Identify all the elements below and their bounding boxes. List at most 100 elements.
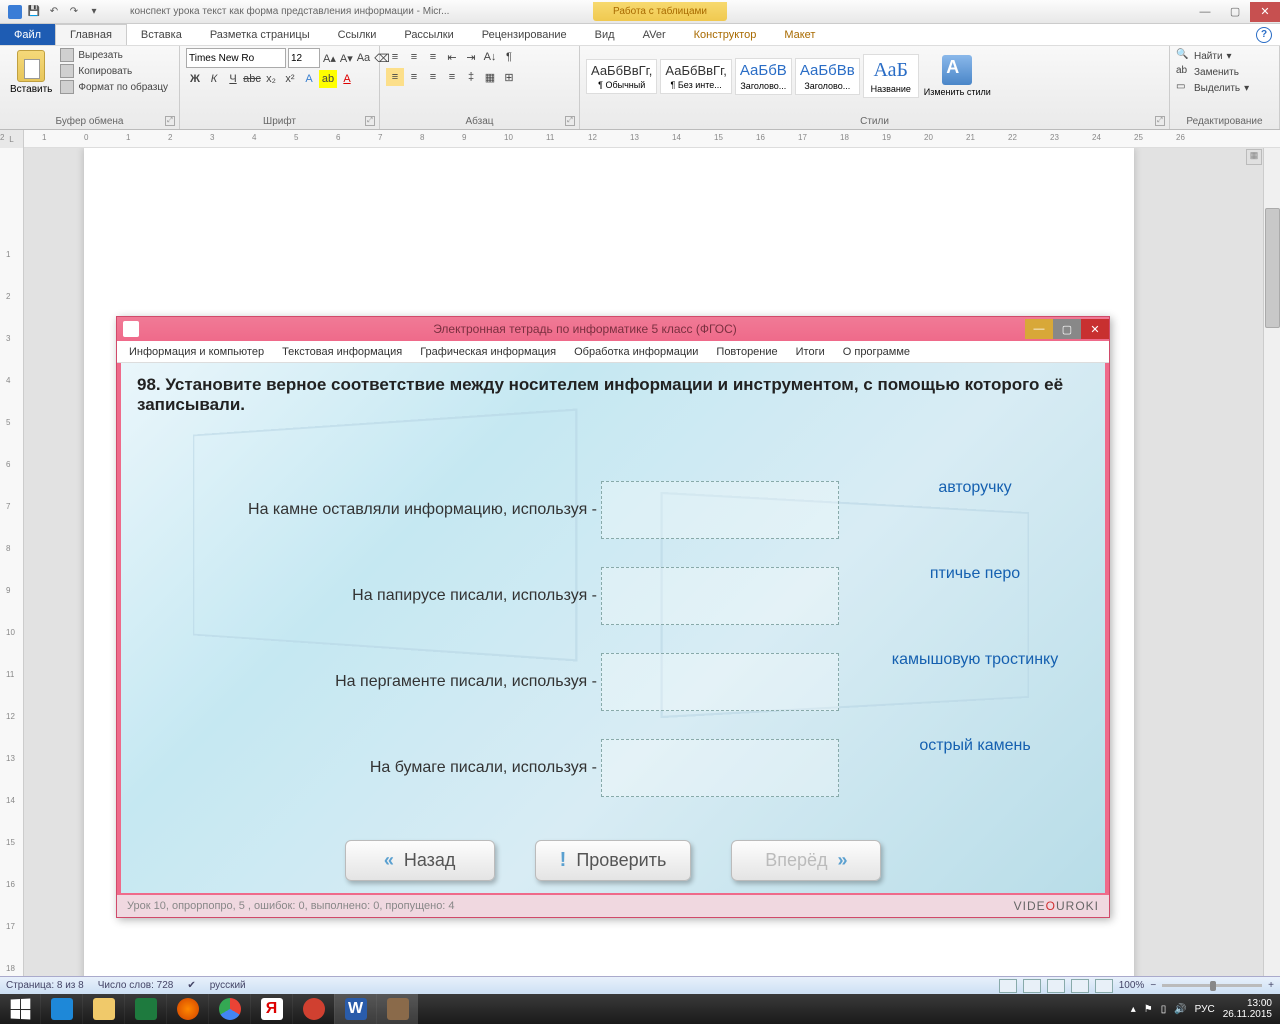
replace-button[interactable]: abЗаменить: [1176, 64, 1273, 80]
horizontal-ruler[interactable]: L 43210123456789101112131415161718192021…: [0, 130, 1280, 148]
undo-icon[interactable]: ↶: [46, 4, 62, 20]
paste-button[interactable]: Вставить: [6, 48, 56, 97]
save-icon[interactable]: 💾: [26, 4, 42, 20]
zoom-level[interactable]: 100%: [1119, 980, 1145, 991]
drop-zone[interactable]: [601, 739, 839, 797]
change-styles-button[interactable]: Изменить стили: [922, 53, 993, 99]
select-button[interactable]: ▭Выделить ▾: [1176, 80, 1273, 96]
superscript-icon[interactable]: x²: [281, 70, 299, 88]
highlight-icon[interactable]: ab: [319, 70, 337, 88]
help-icon[interactable]: ?: [1256, 27, 1272, 43]
forward-button[interactable]: Вперёд»: [731, 840, 881, 881]
justify-icon[interactable]: ≡: [443, 68, 461, 86]
back-button[interactable]: «Назад: [345, 840, 495, 881]
task-ie[interactable]: [40, 994, 82, 1024]
format-painter-button[interactable]: Формат по образцу: [60, 80, 168, 94]
find-button[interactable]: 🔍Найти ▾: [1176, 48, 1273, 64]
full-screen-view-icon[interactable]: [1023, 979, 1041, 993]
vertical-ruler[interactable]: 1234567891011121314151617181920: [0, 148, 24, 976]
language-indicator[interactable]: русский: [210, 980, 246, 991]
grow-font-icon[interactable]: A▴: [322, 49, 337, 67]
page-indicator[interactable]: Страница: 8 из 8: [6, 980, 84, 991]
draft-view-icon[interactable]: [1095, 979, 1113, 993]
strike-icon[interactable]: abc: [243, 70, 261, 88]
print-layout-view-icon[interactable]: [999, 979, 1017, 993]
drop-zone[interactable]: [601, 481, 839, 539]
font-color-icon[interactable]: A: [338, 70, 356, 88]
match-option[interactable]: птичье перо: [865, 565, 1085, 583]
app-minimize-button[interactable]: —: [1025, 319, 1053, 339]
tray-up-icon[interactable]: ▴: [1131, 1004, 1136, 1015]
tab-mailings[interactable]: Рассылки: [390, 25, 467, 45]
tray-volume-icon[interactable]: 🔊: [1174, 1004, 1186, 1015]
line-spacing-icon[interactable]: ‡: [462, 68, 480, 86]
maximize-button[interactable]: ▢: [1220, 2, 1250, 22]
tab-home[interactable]: Главная: [55, 24, 127, 45]
styles-launcher-icon[interactable]: ⤢: [1155, 116, 1165, 126]
qat-more-icon[interactable]: ▾: [86, 4, 102, 20]
change-case-icon[interactable]: Aa: [356, 49, 371, 67]
drop-zone[interactable]: [601, 653, 839, 711]
zoom-thumb[interactable]: [1210, 981, 1216, 991]
borders-icon[interactable]: ⊞: [500, 68, 518, 86]
copy-button[interactable]: Копировать: [60, 64, 168, 78]
app-menu-item[interactable]: Графическая информация: [420, 346, 556, 358]
font-launcher-icon[interactable]: ⤢: [365, 116, 375, 126]
close-button[interactable]: ✕: [1250, 2, 1280, 22]
word-count[interactable]: Число слов: 728: [98, 980, 174, 991]
tab-view[interactable]: Вид: [581, 25, 629, 45]
underline-icon[interactable]: Ч: [224, 70, 242, 88]
match-option[interactable]: авторучку: [865, 479, 1085, 497]
align-center-icon[interactable]: ≡: [405, 68, 423, 86]
bold-icon[interactable]: Ж: [186, 70, 204, 88]
show-marks-icon[interactable]: ¶: [500, 48, 518, 66]
align-right-icon[interactable]: ≡: [424, 68, 442, 86]
subscript-icon[interactable]: x₂: [262, 70, 280, 88]
task-explorer[interactable]: [82, 994, 124, 1024]
tab-layout[interactable]: Разметка страницы: [196, 25, 324, 45]
match-option[interactable]: острый камень: [865, 737, 1085, 755]
tab-references[interactable]: Ссылки: [324, 25, 391, 45]
app-menu-item[interactable]: Повторение: [716, 346, 777, 358]
numbering-icon[interactable]: ≡: [405, 48, 423, 66]
align-left-icon[interactable]: ≡: [386, 68, 404, 86]
start-button[interactable]: [0, 994, 40, 1024]
file-tab[interactable]: Файл: [0, 24, 55, 45]
style-item[interactable]: АаБНазвание: [863, 54, 919, 98]
tab-aver[interactable]: AVer: [629, 25, 680, 45]
text-effects-icon[interactable]: A: [300, 70, 318, 88]
shrink-font-icon[interactable]: A▾: [339, 49, 354, 67]
task-word[interactable]: W: [334, 994, 376, 1024]
outline-view-icon[interactable]: [1071, 979, 1089, 993]
spellcheck-icon[interactable]: ✔: [187, 980, 195, 991]
tray-lang[interactable]: РУС: [1195, 1004, 1215, 1015]
zoom-slider[interactable]: [1162, 984, 1262, 987]
drop-zone[interactable]: [601, 567, 839, 625]
tab-constructor[interactable]: Конструктор: [680, 25, 771, 45]
task-excel[interactable]: [124, 994, 166, 1024]
app-menu-item[interactable]: Информация и компьютер: [129, 346, 264, 358]
tray-clock[interactable]: 13:00 26.11.2015: [1223, 998, 1272, 1020]
tray-network-icon[interactable]: ▯: [1161, 1004, 1167, 1015]
ruler-toggle-icon[interactable]: ▦: [1246, 149, 1262, 165]
indent-dec-icon[interactable]: ⇤: [443, 48, 461, 66]
style-item[interactable]: АаБбВвГг,¶ Обычный: [586, 59, 657, 94]
app-menu-item[interactable]: Обработка информации: [574, 346, 698, 358]
multilevel-icon[interactable]: ≡: [424, 48, 442, 66]
match-option[interactable]: камышовую тростинку: [865, 651, 1085, 669]
redo-icon[interactable]: ↷: [66, 4, 82, 20]
scroll-thumb[interactable]: [1265, 208, 1280, 328]
cut-button[interactable]: Вырезать: [60, 48, 168, 62]
font-name-select[interactable]: [186, 48, 286, 68]
check-button[interactable]: !Проверить: [535, 840, 692, 881]
task-yandex[interactable]: Я: [250, 994, 292, 1024]
minimize-button[interactable]: —: [1190, 2, 1220, 22]
style-item[interactable]: АаБбВвЗаголово...: [795, 58, 860, 95]
app-close-button[interactable]: ✕: [1081, 319, 1109, 339]
style-item[interactable]: АаБбВЗаголово...: [735, 58, 792, 95]
zoom-in-icon[interactable]: +: [1268, 980, 1274, 991]
bullets-icon[interactable]: ≡: [386, 48, 404, 66]
app-menu-item[interactable]: Итоги: [796, 346, 825, 358]
font-size-select[interactable]: [288, 48, 320, 68]
task-firefox[interactable]: [166, 994, 208, 1024]
